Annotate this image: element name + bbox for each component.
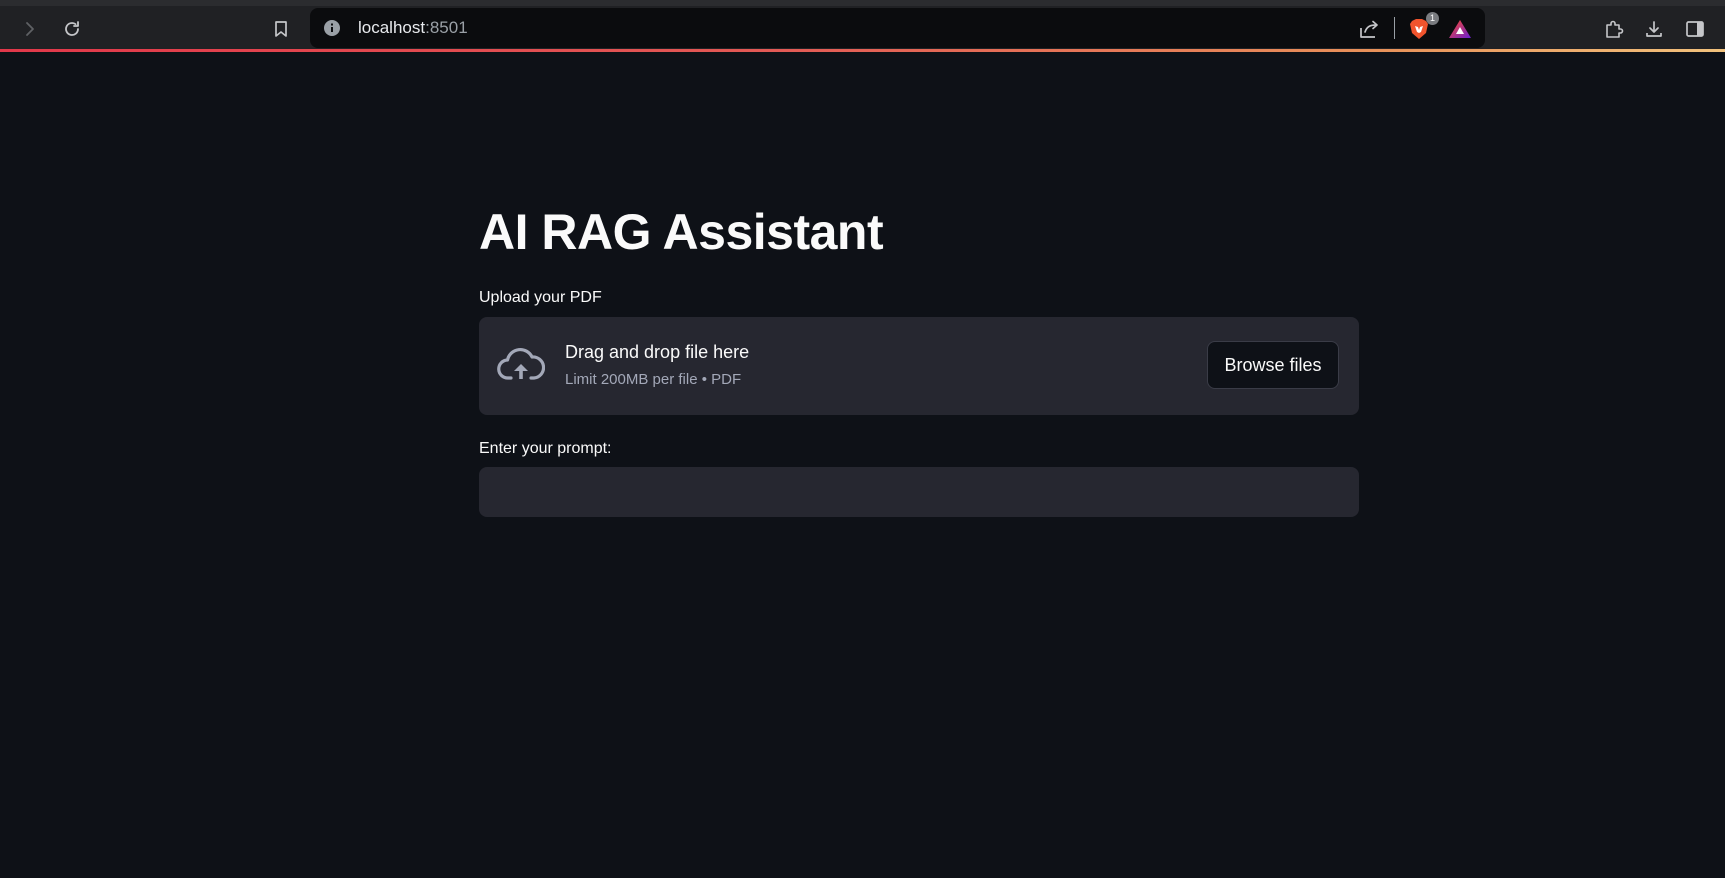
bookmark-icon [275,21,287,37]
brave-rewards-button[interactable] [1445,14,1475,44]
chevron-right-icon [26,22,34,36]
upload-label: Upload your PDF [479,289,602,306]
extensions-button[interactable] [1598,13,1630,45]
forward-button[interactable] [14,13,46,45]
url-port: :8501 [425,18,468,37]
dropzone-title: Drag and drop file here [565,342,750,362]
download-icon [1646,21,1662,37]
cloud-upload-icon [497,347,545,380]
puzzle-icon [1606,20,1624,38]
triangle-rewards-icon [1449,20,1471,38]
downloads-button[interactable] [1638,13,1670,45]
file-dropzone[interactable]: Drag and drop file here Limit 200MB per … [479,317,1359,415]
reload-icon [65,21,79,36]
prompt-input[interactable] [479,467,1359,517]
browser-toolbar: localhost:8501 1 [0,0,1725,52]
share-icon [1360,20,1378,38]
prompt-label: Enter your prompt: [479,440,612,457]
sidebar-icon [1686,21,1704,37]
share-button[interactable] [1354,14,1384,44]
sidebar-toggle-button[interactable] [1679,13,1711,45]
brave-shields-button[interactable]: 1 [1404,12,1439,44]
site-info-button[interactable] [322,18,342,38]
omnibox-divider [1394,17,1395,39]
info-icon [324,20,340,36]
dropzone-limit-text: Limit 200MB per file • PDF [565,371,742,388]
shields-badge-count: 1 [1426,12,1439,25]
browse-files-button[interactable]: Browse files [1207,341,1339,389]
address-bar[interactable]: localhost:8501 1 [310,8,1485,48]
bookmark-button[interactable] [265,13,297,45]
reload-button[interactable] [56,13,88,45]
page-title: AI RAG Assistant [479,204,884,260]
url-host: localhost [358,18,426,37]
app-main: AI RAG Assistant Upload your PDF Drag an… [479,52,1359,517]
address-url: localhost:8501 [358,18,468,38]
